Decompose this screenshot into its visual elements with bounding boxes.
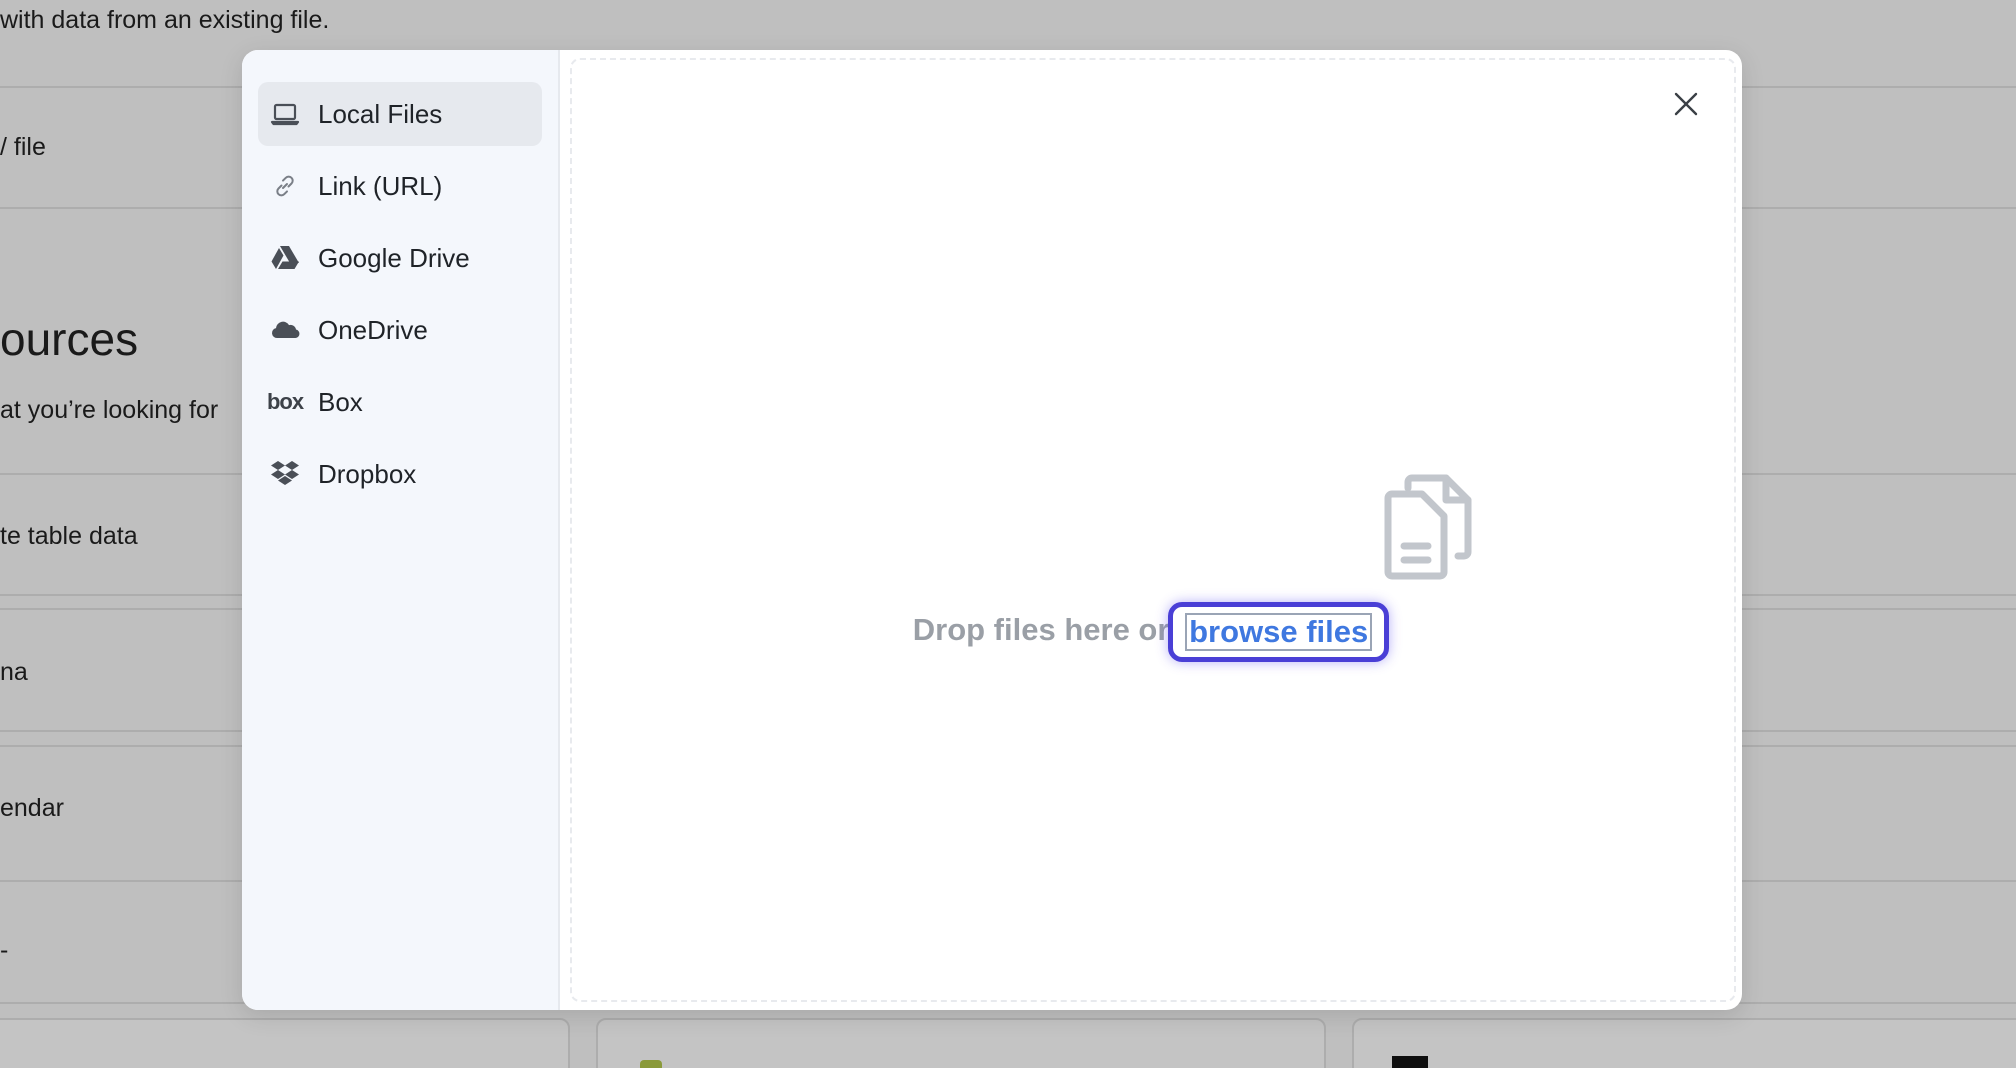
dropbox-icon — [268, 457, 302, 491]
file-dropzone[interactable] — [570, 58, 1736, 1002]
onedrive-icon — [268, 313, 302, 347]
upload-panel: Drop files here or browse files — [560, 50, 1742, 1010]
sidebar-item-box[interactable]: box Box — [258, 370, 542, 434]
bg-row-label: endar — [0, 794, 64, 822]
bg-row-label: te table data — [0, 522, 138, 550]
sidebar-item-local-files[interactable]: Local Files — [258, 82, 542, 146]
bg-section-subtitle: at you’re looking for — [0, 396, 219, 424]
laptop-icon — [268, 97, 302, 131]
bg-section-heading: ources — [0, 313, 139, 365]
close-icon — [1674, 92, 1698, 116]
sidebar-item-label: OneDrive — [318, 314, 428, 345]
sidebar-item-label: Box — [318, 386, 363, 417]
bg-card-icon — [1392, 1056, 1428, 1068]
sidebar-item-link-url[interactable]: Link (URL) — [258, 154, 542, 218]
sidebar-item-label: Dropbox — [318, 458, 417, 489]
sidebar-item-label: Link (URL) — [318, 170, 443, 201]
file-picker-modal: Local Files Link (URL) Google Drive OneD… — [242, 50, 1742, 1010]
sidebar-item-label: Google Drive — [318, 242, 470, 273]
files-icon — [1384, 474, 1472, 580]
drop-files-text: Drop files here or — [912, 612, 1170, 648]
box-icon: box — [266, 385, 304, 419]
link-icon — [268, 169, 302, 203]
sidebar-item-dropbox[interactable]: Dropbox — [258, 442, 542, 506]
bg-card — [0, 1018, 570, 1068]
bg-row-label: / file — [0, 133, 46, 161]
sidebar-item-onedrive[interactable]: OneDrive — [258, 298, 542, 362]
close-button[interactable] — [1666, 84, 1706, 124]
bg-row-label: na — [0, 658, 28, 686]
dropzone-prompt: Drop files here or browse files — [560, 602, 1742, 662]
bg-card-icon — [640, 1060, 662, 1068]
sidebar-item-google-drive[interactable]: Google Drive — [258, 226, 542, 290]
bg-row-label: - — [0, 936, 9, 964]
google-drive-icon — [268, 241, 302, 275]
bg-card — [1352, 1018, 2016, 1068]
browse-files-link[interactable]: browse files — [1185, 613, 1373, 651]
browse-files-focus-ring: browse files — [1168, 602, 1390, 662]
bg-card — [596, 1018, 1326, 1068]
box-logo-text: box — [266, 389, 304, 414]
sidebar-item-label: Local Files — [318, 98, 443, 129]
source-sidebar: Local Files Link (URL) Google Drive OneD… — [242, 50, 560, 1010]
bg-description-text: with data from an existing file. — [0, 6, 330, 34]
